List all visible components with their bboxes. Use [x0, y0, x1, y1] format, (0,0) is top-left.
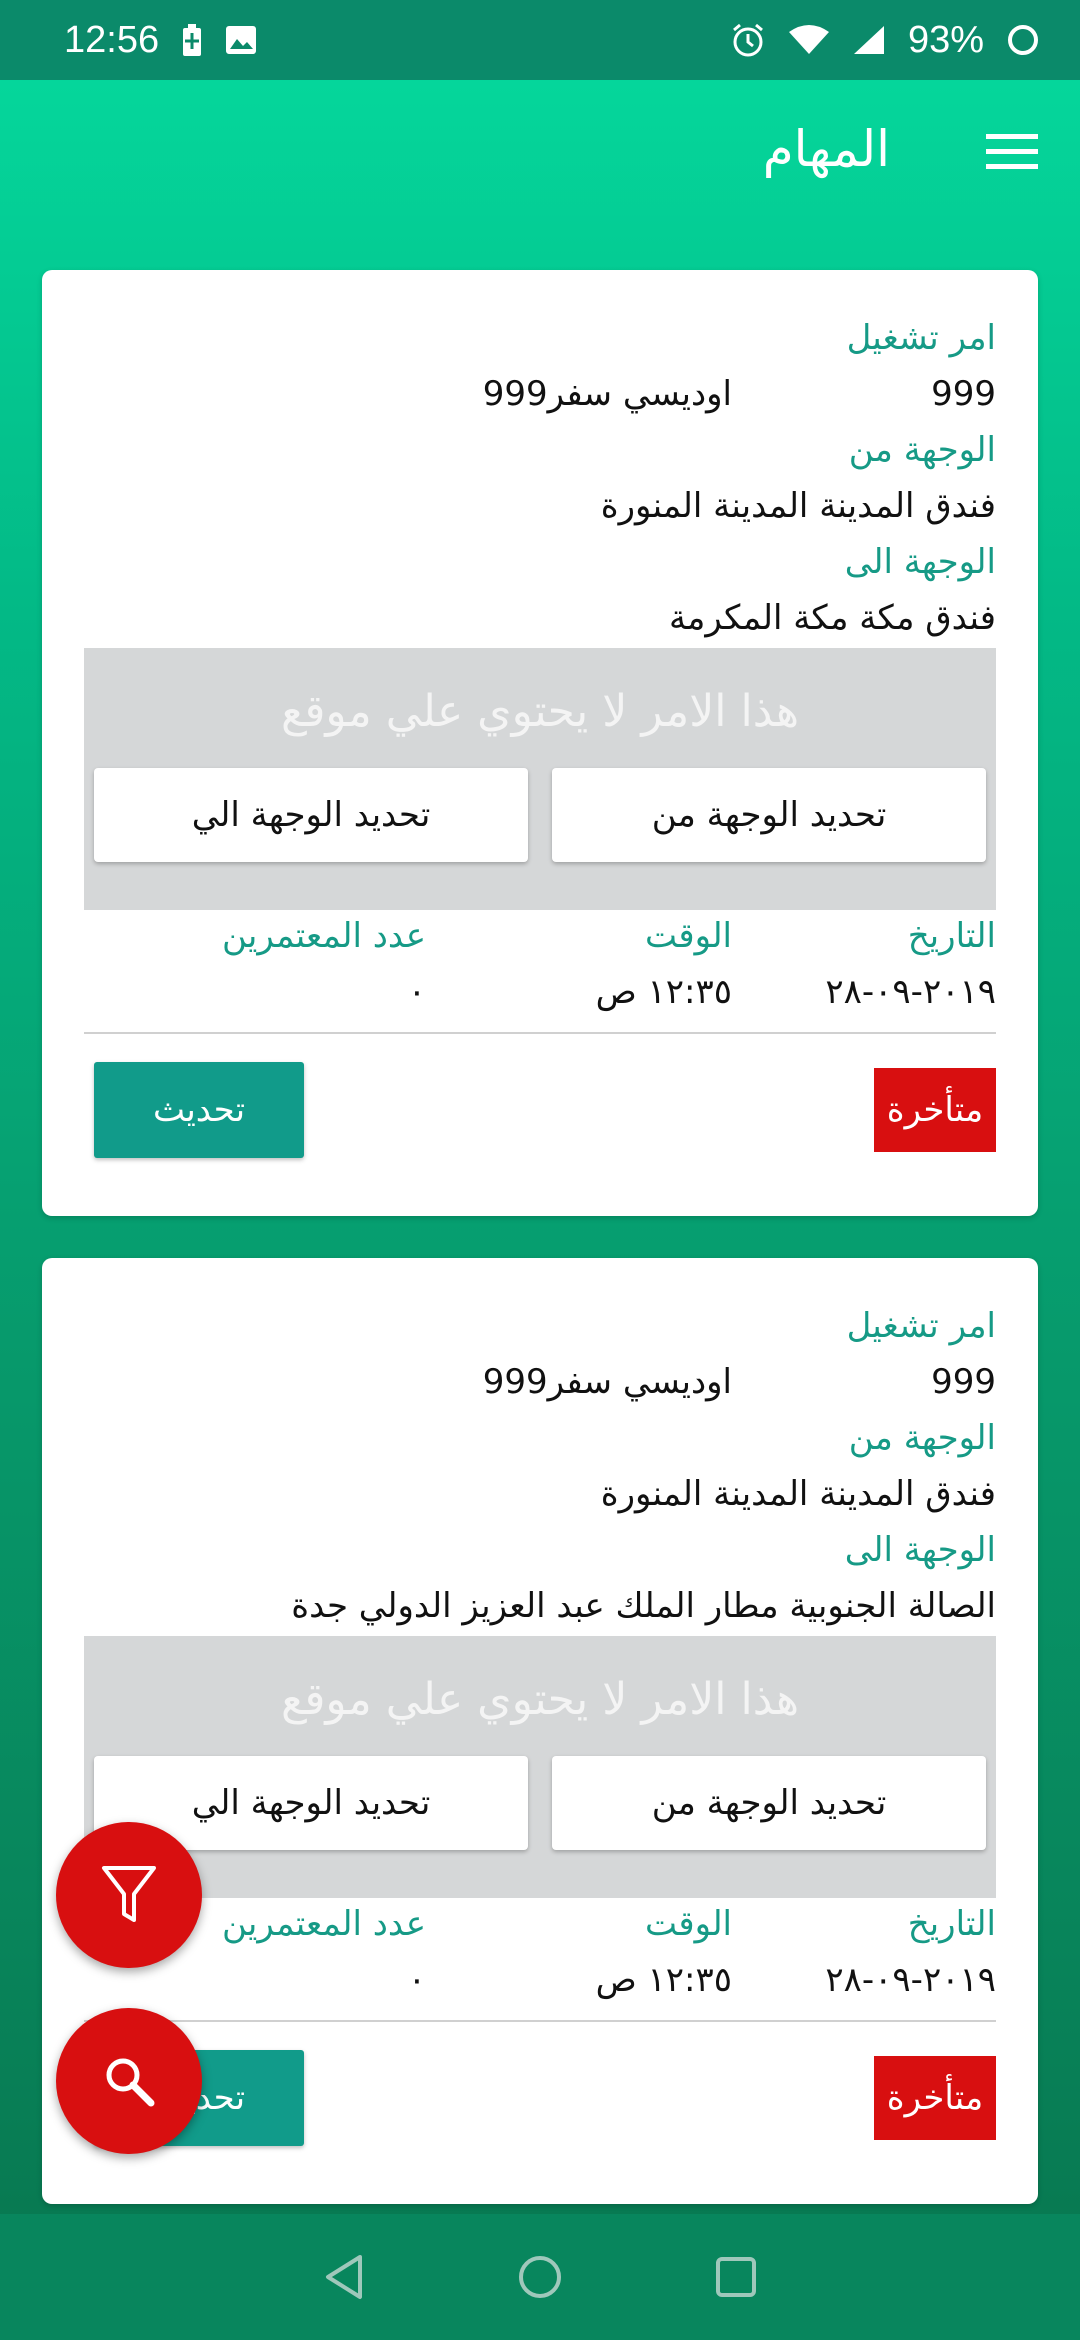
status-bar: 12:56 93% — [0, 0, 1080, 80]
no-location-message: هذا الامر لا يحتوي علي موقع — [280, 686, 800, 737]
search-fab-button[interactable] — [56, 2008, 202, 2154]
to-label: الوجهة الى — [844, 1530, 996, 1570]
from-value: فندق المدينة المدينة المنورة — [600, 486, 996, 526]
time-label: الوقت — [644, 916, 732, 956]
to-value: الصالة الجنوبية مطار الملك عبد العزيز ال… — [291, 1586, 996, 1626]
update-button[interactable]: تحديث — [94, 1062, 304, 1158]
hamburger-menu-icon[interactable] — [986, 132, 1038, 176]
pilgrims-label: عدد المعتمرين — [222, 916, 426, 956]
from-label: الوجهة من — [848, 430, 996, 470]
alarm-icon — [730, 22, 766, 58]
set-destination-from-button[interactable]: تحديد الوجهة من — [552, 768, 986, 862]
search-icon — [101, 2053, 157, 2109]
battery-ring-icon — [1006, 23, 1040, 57]
time-value: ١٢:٣٥ ص — [595, 1960, 732, 2000]
to-label: الوجهة الى — [844, 542, 996, 582]
order-name: اوديسي سفر999 — [482, 1362, 732, 1402]
pilgrims-value: ٠ — [407, 972, 426, 1012]
filter-fab-button[interactable] — [56, 1822, 202, 1968]
task-card: امر تشغيل 999 اوديسي سفر999 الوجهة من فن… — [42, 270, 1038, 1216]
location-box: هذا الامر لا يحتوي علي موقع تحديد الوجهة… — [84, 1636, 996, 1898]
from-label: الوجهة من — [848, 1418, 996, 1458]
status-time: 12:56 — [64, 18, 160, 61]
image-icon — [225, 25, 257, 55]
set-destination-from-button[interactable]: تحديد الوجهة من — [552, 1756, 986, 1850]
pilgrims-value: ٠ — [407, 1960, 426, 2000]
date-value: ٢٠١٩-٠٩-٢٨ — [825, 972, 996, 1012]
time-value: ١٢:٣٥ ص — [595, 972, 732, 1012]
date-label: التاريخ — [907, 1904, 996, 1944]
set-destination-to-button[interactable]: تحديد الوجهة الي — [94, 768, 528, 862]
late-status-badge: متأخرة — [874, 1068, 996, 1152]
late-status-badge: متأخرة — [874, 2056, 996, 2140]
order-name: اوديسي سفر999 — [482, 374, 732, 414]
divider — [84, 2020, 996, 2022]
time-label: الوقت — [644, 1904, 732, 1944]
system-nav-bar — [0, 2214, 1080, 2340]
order-number: 999 — [931, 374, 996, 414]
battery-percent: 93% — [907, 18, 984, 61]
home-icon[interactable] — [516, 2253, 564, 2301]
order-label: امر تشغيل — [846, 1306, 996, 1346]
date-label: التاريخ — [907, 916, 996, 956]
order-number: 999 — [931, 1362, 996, 1402]
battery-charging-icon — [181, 23, 203, 57]
order-label: امر تشغيل — [846, 318, 996, 358]
back-icon[interactable] — [322, 2253, 366, 2301]
app-bar: المهام — [0, 80, 1080, 230]
app-content: المهام امر تشغيل 999 اوديسي سفر999 الوجه… — [0, 80, 1080, 2214]
divider — [84, 1032, 996, 1034]
pilgrims-label: عدد المعتمرين — [222, 1904, 426, 1944]
to-value: فندق مكة مكة المكرمة — [668, 598, 996, 638]
signal-icon — [852, 24, 886, 56]
no-location-message: هذا الامر لا يحتوي علي موقع — [280, 1674, 800, 1725]
recents-icon[interactable] — [714, 2255, 758, 2299]
wifi-icon — [788, 24, 830, 56]
from-value: فندق المدينة المدينة المنورة — [600, 1474, 996, 1514]
page-title: المهام — [762, 120, 890, 178]
date-value: ٢٠١٩-٠٩-٢٨ — [825, 1960, 996, 2000]
location-box: هذا الامر لا يحتوي علي موقع تحديد الوجهة… — [84, 648, 996, 910]
filter-icon — [100, 1864, 158, 1926]
